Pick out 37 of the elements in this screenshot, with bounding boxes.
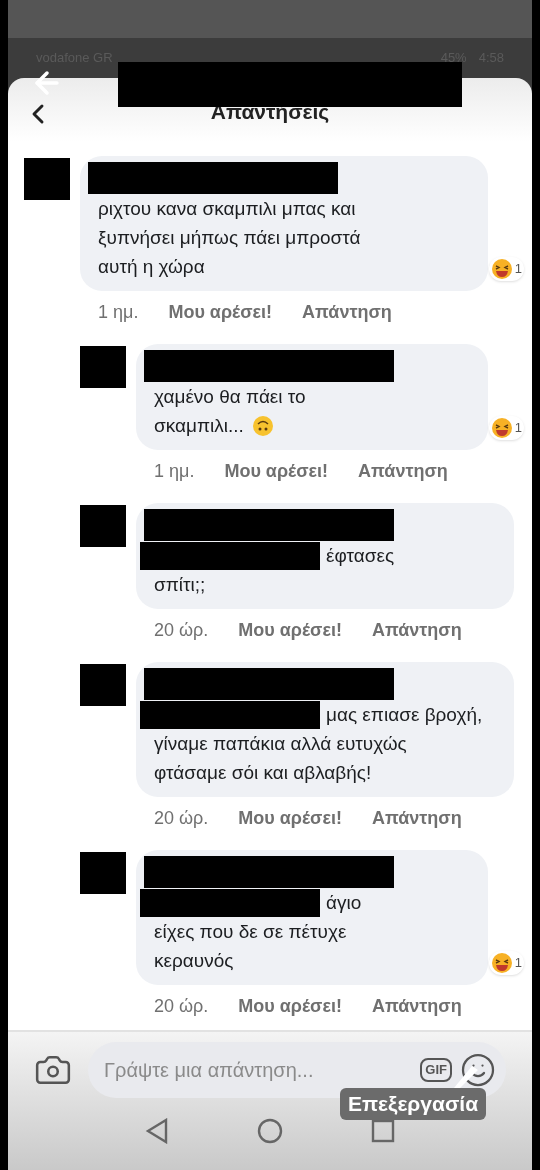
- reaction-badge[interactable]: 1: [488, 416, 524, 440]
- reply-link[interactable]: Απάντηση: [302, 299, 392, 326]
- comment-time: 20 ώρ.: [154, 619, 209, 642]
- reply-link[interactable]: Απάντηση: [371, 993, 462, 1020]
- comment-text: αυτή η χώρα: [98, 255, 205, 279]
- reaction-badge[interactable]: 1: [488, 951, 524, 975]
- comment-text: χαμένο θα πάει το: [154, 385, 306, 409]
- reaction-count: 1: [514, 260, 522, 279]
- reaction-badge[interactable]: 1: [488, 257, 524, 281]
- like-link[interactable]: Μου αρέσει!: [224, 458, 329, 485]
- reply-link[interactable]: Απάντηση: [371, 805, 462, 832]
- comment-time: 1 ημ.: [154, 460, 195, 483]
- comment-text: είχες που δε σε πέτυχε: [154, 920, 347, 944]
- comment-text: γίναμε παπάκια αλλά ευτυχώς: [154, 732, 407, 756]
- like-link[interactable]: Μου αρέσει!: [168, 299, 273, 326]
- comment-text: έφτασες: [326, 544, 395, 568]
- sheet-title: Απαντήσεις: [210, 99, 330, 126]
- reaction-count: 1: [514, 419, 522, 438]
- comment-text: μας επιασε βροχή,: [326, 703, 483, 727]
- like-link[interactable]: Μου αρέσει!: [238, 993, 342, 1020]
- reply-link[interactable]: Απάντηση: [358, 458, 448, 485]
- comment-text: σκαμπιλι...: [154, 414, 244, 438]
- comment-text: ριχτου κανα σκαμπιλι μπας και: [98, 197, 356, 221]
- comment-time: 20 ώρ.: [154, 807, 209, 830]
- gif-button[interactable]: GIF: [420, 1058, 452, 1082]
- comment-time: 1 ημ.: [98, 301, 139, 324]
- comment-time: 20 ώρ.: [154, 995, 209, 1018]
- comment-text: ξυπνήσει μήπως πάει μπροστά: [98, 226, 361, 250]
- like-link[interactable]: Μου αρέσει!: [238, 617, 342, 644]
- like-link[interactable]: Μου αρέσει!: [238, 805, 342, 832]
- reply-link[interactable]: Απάντηση: [371, 617, 462, 644]
- comment-text: άγιο: [326, 891, 362, 915]
- comment-text: κεραυνός: [154, 949, 234, 973]
- edit-label[interactable]: Επεξεργασία: [340, 1088, 487, 1120]
- comment-text: φτάσαμε σόι και αβλαβής!: [154, 761, 372, 785]
- reaction-count: 1: [514, 954, 522, 973]
- comment-text: σπίτι;;: [154, 573, 206, 597]
